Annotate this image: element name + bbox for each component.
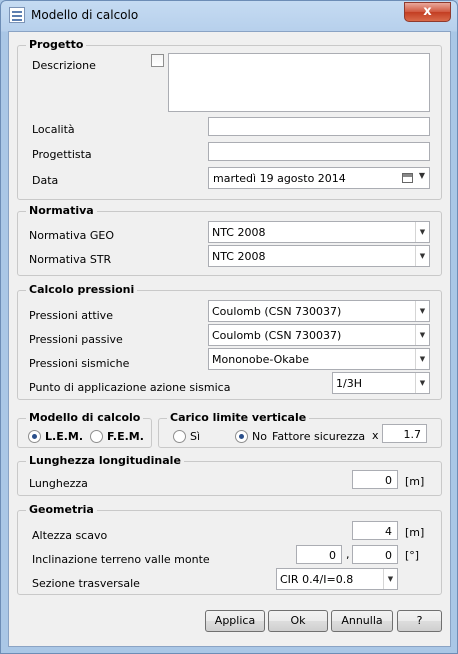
progettista-field[interactable] xyxy=(208,142,430,161)
localita-label: Località xyxy=(32,123,75,136)
pressioni-sismiche-select[interactable]: Mononobe-Okabe ▼ xyxy=(208,348,430,370)
punto-applicazione-select[interactable]: 1/3H ▼ xyxy=(332,372,430,394)
pressioni-sismiche-label: Pressioni sismiche xyxy=(29,357,130,370)
group-title: Calcolo pressioni xyxy=(26,283,138,296)
radio-no[interactable] xyxy=(235,430,248,443)
group-title: Geometria xyxy=(26,503,97,516)
inclinazione-monte-input[interactable]: 0 xyxy=(352,545,398,564)
data-label: Data xyxy=(32,174,59,187)
altezza-unit: [m] xyxy=(405,526,425,539)
chevron-down-icon: ▼ xyxy=(415,349,429,369)
lunghezza-input[interactable]: 0 xyxy=(352,470,398,489)
pressioni-passive-label: Pressioni passive xyxy=(29,333,123,346)
normativa-str-select[interactable]: NTC 2008 ▼ xyxy=(208,245,430,267)
si-label[interactable]: Sì xyxy=(190,430,200,443)
pressioni-passive-select[interactable]: Coulomb (CSN 730037) ▼ xyxy=(208,324,430,346)
sezione-trasversale-select[interactable]: CIR 0.4/I=0.8 ▼ xyxy=(276,568,398,590)
radio-si[interactable] xyxy=(173,430,186,443)
normativa-geo-label: Normativa GEO xyxy=(29,229,114,242)
dialog-window: Modello di calcolo x Progetto Descrizion… xyxy=(0,0,458,654)
altezza-scavo-input[interactable]: 4 xyxy=(352,521,398,540)
chevron-down-icon[interactable]: ▼ xyxy=(419,171,425,180)
group-geometria: Geometria Altezza scavo 4 [m] Inclinazio… xyxy=(17,503,442,595)
sezione-trasversale-label: Sezione trasversale xyxy=(32,577,140,590)
normativa-geo-select[interactable]: NTC 2008 ▼ xyxy=(208,221,430,243)
annulla-button[interactable]: Annulla xyxy=(331,610,393,632)
date-value: martedì 19 agosto 2014 xyxy=(213,172,346,185)
group-title: Normativa xyxy=(26,204,97,217)
chevron-down-icon: ▼ xyxy=(415,325,429,345)
applica-button[interactable]: Applica xyxy=(205,610,265,632)
lem-label[interactable]: L.E.M. xyxy=(45,430,83,443)
no-label[interactable]: No xyxy=(252,430,267,443)
chevron-down-icon: ▼ xyxy=(415,301,429,321)
chevron-down-icon: ▼ xyxy=(415,222,429,242)
window-title: Modello di calcolo xyxy=(31,8,139,22)
inclinazione-unit: [°] xyxy=(405,549,420,562)
descrizione-field[interactable] xyxy=(168,53,430,112)
help-button[interactable]: ? xyxy=(397,610,442,632)
group-normativa: Normativa Normativa GEO NTC 2008 ▼ Normat… xyxy=(17,204,442,276)
group-title: Carico limite verticale xyxy=(167,411,310,424)
localita-field[interactable] xyxy=(208,117,430,136)
group-title: Progetto xyxy=(26,38,87,51)
chevron-down-icon: ▼ xyxy=(415,246,429,266)
lunghezza-unit: [m] xyxy=(405,475,425,488)
ok-button[interactable]: Ok xyxy=(268,610,328,632)
normativa-str-label: Normativa STR xyxy=(29,253,112,266)
fattore-sicurezza-input[interactable]: 1.7 xyxy=(382,424,427,443)
app-icon xyxy=(9,7,25,23)
chevron-down-icon: ▼ xyxy=(415,373,429,393)
fem-label[interactable]: F.E.M. xyxy=(107,430,144,443)
altezza-scavo-label: Altezza scavo xyxy=(32,529,108,542)
close-button[interactable]: x xyxy=(404,2,451,22)
pressioni-attive-label: Pressioni attive xyxy=(29,309,113,322)
calendar-icon[interactable] xyxy=(402,173,413,183)
radio-fem[interactable] xyxy=(90,430,103,443)
progettista-label: Progettista xyxy=(32,148,92,161)
group-progetto: Progetto Descrizione Località Progettist… xyxy=(17,38,442,200)
group-title: Lunghezza longitudinale xyxy=(26,454,184,467)
lunghezza-label: Lunghezza xyxy=(29,477,88,490)
group-title: Modello di calcolo xyxy=(26,411,144,424)
inclinazione-label: Inclinazione terreno valle monte xyxy=(32,553,210,566)
inclinazione-separator: , xyxy=(346,548,350,561)
chevron-down-icon: ▼ xyxy=(383,569,397,589)
group-calcolo-pressioni: Calcolo pressioni Pressioni attive Coulo… xyxy=(17,283,442,400)
pressioni-attive-select[interactable]: Coulomb (CSN 730037) ▼ xyxy=(208,300,430,322)
title-bar[interactable]: Modello di calcolo x xyxy=(1,1,457,31)
descrizione-label: Descrizione xyxy=(32,59,96,72)
date-picker[interactable]: martedì 19 agosto 2014 ▼ xyxy=(208,167,430,189)
radio-lem[interactable] xyxy=(28,430,41,443)
descrizione-checkbox[interactable] xyxy=(151,54,164,67)
group-lunghezza: Lunghezza longitudinale Lunghezza 0 [m] xyxy=(17,454,442,496)
group-carico-limite: Carico limite verticale Sì No Fattore si… xyxy=(158,411,442,448)
group-modello-calcolo: Modello di calcolo L.E.M. F.E.M. xyxy=(17,411,152,448)
fattore-sicurezza-label: Fattore sicurezza xyxy=(272,430,366,443)
punto-applicazione-label: Punto di applicazione azione sismica xyxy=(29,381,231,394)
inclinazione-valle-input[interactable]: 0 xyxy=(296,545,342,564)
fattore-x-label: x xyxy=(372,429,379,442)
dialog-body: Progetto Descrizione Località Progettist… xyxy=(8,31,451,647)
